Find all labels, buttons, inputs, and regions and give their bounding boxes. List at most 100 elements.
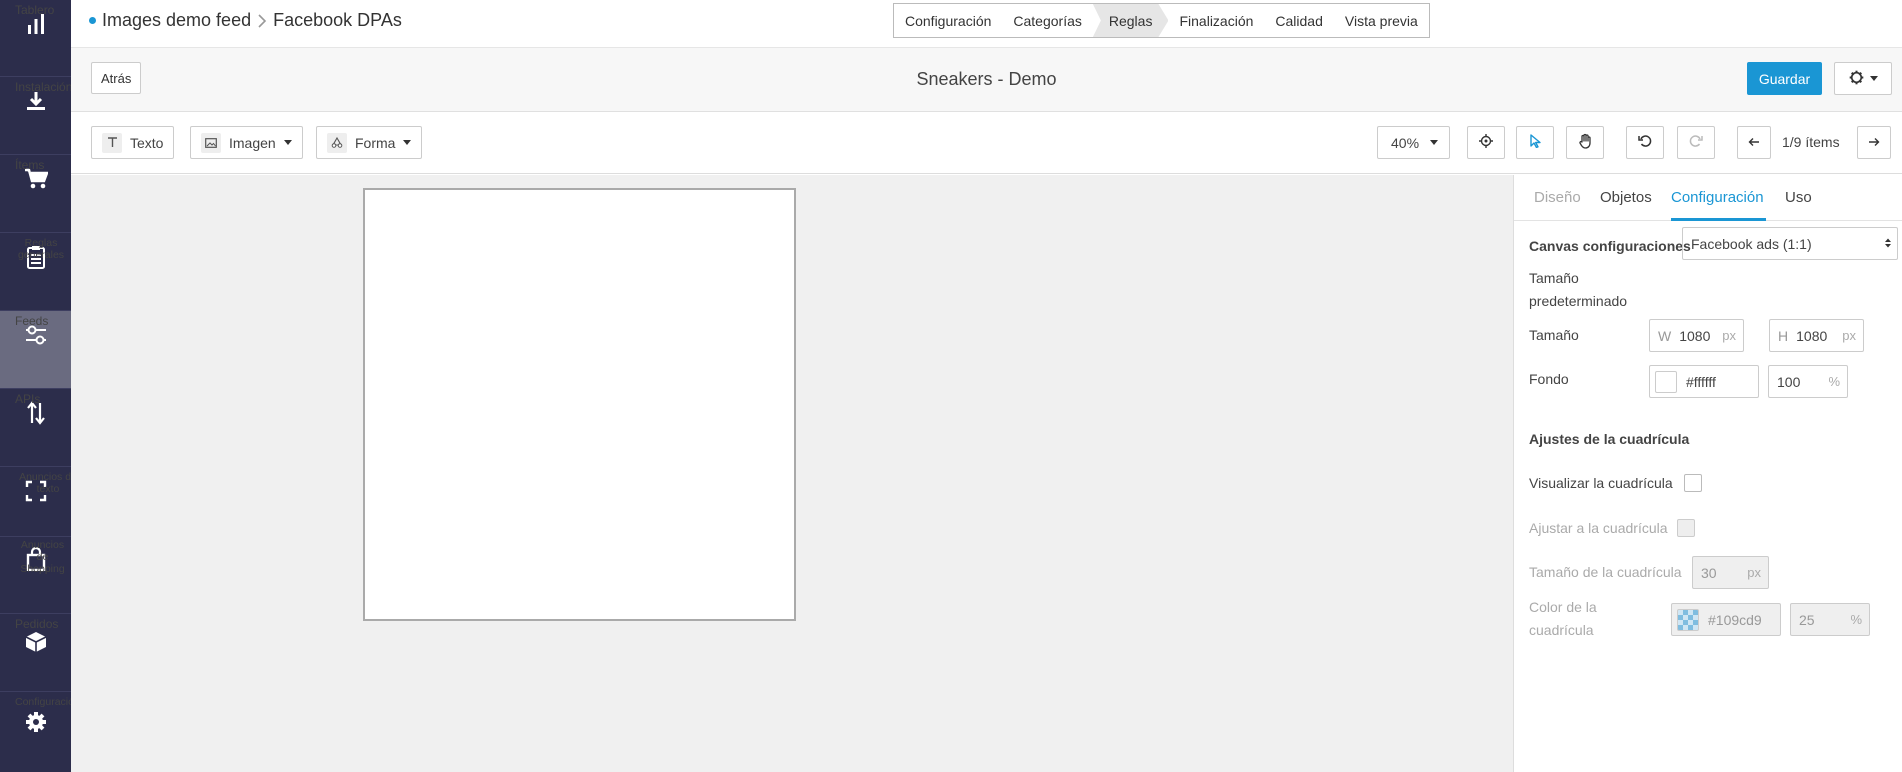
- add-shape-button[interactable]: Forma: [316, 126, 423, 159]
- add-text-label: Texto: [130, 134, 164, 151]
- height-field[interactable]: H 1080 px: [1769, 319, 1864, 352]
- snap-grid-checkbox[interactable]: [1677, 519, 1695, 537]
- wizard-steps: Configuración Categorías Reglas Finaliza…: [893, 3, 1430, 38]
- background-opacity-field[interactable]: 100 %: [1768, 365, 1848, 398]
- height-unit: px: [1842, 328, 1856, 343]
- sidebar-item-apis[interactable]: APIs: [0, 389, 71, 467]
- caret-down-icon: [1430, 140, 1438, 145]
- sidebar-item-items[interactable]: Ítems: [0, 155, 71, 233]
- add-image-button[interactable]: Imagen: [190, 126, 303, 159]
- width-unit: px: [1722, 328, 1736, 343]
- grid-color-field[interactable]: #109cd9: [1671, 603, 1781, 636]
- grid-color-label: Color de la cuadrícula: [1529, 599, 1597, 638]
- tab-configuracion[interactable]: Configuración: [1671, 189, 1764, 206]
- default-size-value: Facebook ads (1:1): [1691, 235, 1812, 252]
- canvas-settings-heading: Canvas configuraciones: [1529, 238, 1691, 254]
- background-color-swatch[interactable]: [1655, 370, 1677, 393]
- add-image-label: Imagen: [229, 134, 276, 151]
- sidebar-item-tablero[interactable]: Tablero: [0, 0, 71, 77]
- breadcrumb: Images demo feed Facebook DPAs: [89, 10, 402, 31]
- pan-tool-button[interactable]: [1566, 126, 1604, 159]
- sidebar-item-pedidos[interactable]: Pedidos: [0, 614, 71, 692]
- step-categorias[interactable]: Categorías: [1002, 4, 1092, 37]
- previous-item-button[interactable]: [1737, 126, 1771, 159]
- width-prefix: W: [1658, 327, 1672, 344]
- grid-opacity-value: 25: [1799, 611, 1815, 628]
- grid-size-label: Tamaño de la cuadrícula: [1529, 564, 1682, 580]
- step-configuracion[interactable]: Configuración: [894, 4, 1002, 37]
- default-size-label: Tamaño predeterminado: [1529, 270, 1628, 309]
- height-value: 1080: [1796, 327, 1828, 344]
- gear-icon: [25, 708, 47, 736]
- percent-unit: %: [1828, 374, 1840, 389]
- width-field[interactable]: W 1080 px: [1649, 319, 1744, 352]
- save-button[interactable]: Guardar: [1747, 62, 1822, 95]
- back-button[interactable]: Atrás: [91, 62, 142, 94]
- sidebar-item-label: Anuncios de Shopping: [20, 539, 65, 575]
- sidebar-item-label: APIs: [15, 392, 41, 406]
- zoom-select[interactable]: 40%: [1377, 126, 1450, 159]
- pointer-icon: [1529, 134, 1542, 151]
- undo-button[interactable]: [1626, 126, 1664, 159]
- select-tool-button[interactable]: [1516, 126, 1554, 159]
- chevron-right-icon: [257, 13, 267, 28]
- panel-tabs: Diseño Objetos Configuración Uso: [1514, 175, 1902, 221]
- add-shape-label: Forma: [355, 134, 396, 151]
- sidebar-item-label: Ítems: [15, 158, 45, 172]
- step-vista-previa[interactable]: Vista previa: [1334, 4, 1429, 37]
- tab-objetos[interactable]: Objetos: [1600, 189, 1652, 206]
- add-text-button[interactable]: Texto: [91, 126, 175, 159]
- show-grid-checkbox[interactable]: [1684, 474, 1702, 492]
- caret-down-icon: [283, 140, 292, 145]
- height-prefix: H: [1778, 327, 1789, 344]
- text-icon: [102, 132, 122, 153]
- breadcrumb-feed[interactable]: Images demo feed: [102, 10, 251, 31]
- grid-color-swatch[interactable]: [1677, 608, 1699, 631]
- tab-uso[interactable]: Uso: [1785, 189, 1812, 206]
- sidebar-item-label: Feeds: [15, 314, 49, 328]
- step-finalizacion[interactable]: Finalización: [1168, 4, 1264, 37]
- sidebar-item-instalacion[interactable]: Instalación: [0, 77, 72, 155]
- editor-header: Atrás Sneakers - Demo Guardar: [71, 48, 1902, 112]
- editor-toolbar: Texto Imagen Forma 40% 1/9 ítems: [71, 112, 1902, 174]
- background-color-value: #ffffff: [1686, 373, 1716, 390]
- center-button[interactable]: [1467, 126, 1505, 159]
- step-reglas[interactable]: Reglas: [1093, 4, 1169, 37]
- redo-button[interactable]: [1677, 126, 1715, 159]
- arrow-right-icon: [1868, 135, 1880, 150]
- show-grid-label: Visualizar la cuadrícula: [1529, 475, 1673, 491]
- sidebar-item-anuncios-texto[interactable]: Anuncios de texto: [0, 467, 77, 537]
- sidebar-item-anuncios-shopping[interactable]: Anuncios de Shopping: [0, 537, 71, 614]
- default-size-select[interactable]: Facebook ads (1:1): [1682, 227, 1898, 260]
- settings-dropdown-button[interactable]: [1834, 62, 1892, 95]
- select-arrows-icon: [1884, 236, 1892, 252]
- zoom-value: 40%: [1391, 134, 1420, 151]
- step-calidad[interactable]: Calidad: [1264, 4, 1333, 37]
- breadcrumb-channel[interactable]: Facebook DPAs: [273, 10, 402, 31]
- grid-size-field[interactable]: 30 px: [1692, 556, 1769, 589]
- background-color-field[interactable]: #ffffff: [1649, 365, 1759, 398]
- page-title: Sneakers - Demo: [916, 69, 1057, 89]
- hand-icon: [1578, 133, 1593, 152]
- sidebar-item-feeds[interactable]: Feeds: [0, 311, 71, 389]
- sidebar-item-label: Pedidos: [15, 617, 59, 631]
- properties-panel: Diseño Objetos Configuración Uso Canvas …: [1513, 175, 1902, 772]
- top-bar: Images demo feed Facebook DPAs Configura…: [71, 0, 1902, 48]
- active-tab-indicator: [1671, 218, 1766, 221]
- grid-opacity-field[interactable]: 25 %: [1790, 603, 1870, 636]
- sidebar-item-reglas-generales[interactable]: Reglas generales: [0, 233, 71, 311]
- size-label: Tamaño: [1529, 327, 1579, 343]
- sidebar-item-configuracion[interactable]: Configuración: [0, 692, 80, 772]
- width-value: 1080: [1679, 327, 1711, 344]
- grid-size-value: 30: [1701, 564, 1717, 581]
- tab-diseno[interactable]: Diseño: [1534, 189, 1581, 206]
- redo-icon: [1689, 134, 1703, 151]
- grid-settings-heading: Ajustes de la cuadrícula: [1529, 431, 1690, 447]
- design-canvas[interactable]: [363, 188, 796, 621]
- next-item-button[interactable]: [1857, 126, 1891, 159]
- snap-grid-label: Ajustar a la cuadrícula: [1529, 520, 1668, 536]
- canvas-workspace[interactable]: [71, 175, 1513, 772]
- image-icon: [201, 132, 221, 153]
- box-icon: [25, 628, 47, 656]
- sidebar: Tablero Instalación Ítems Reglas general…: [0, 0, 80, 772]
